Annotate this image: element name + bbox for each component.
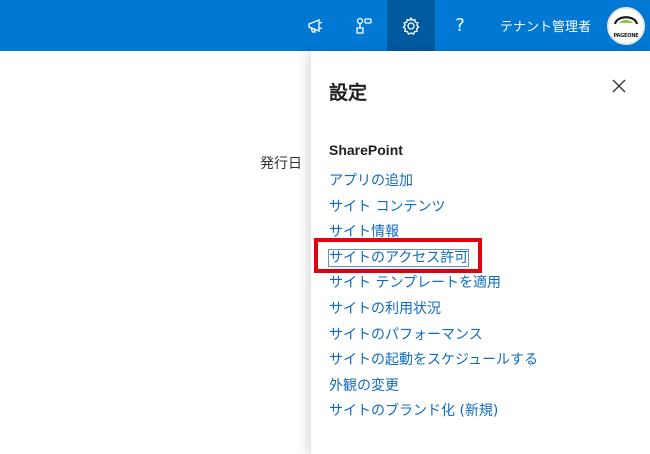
published-date-label: 発行日 (260, 156, 302, 172)
megaphone-icon (306, 16, 326, 36)
close-icon (612, 78, 626, 97)
highlight-annotation (314, 238, 482, 273)
gear-icon (401, 16, 421, 36)
menu-item-site-contents[interactable]: サイト コンテンツ (329, 195, 629, 221)
menu-item-apply-site-template[interactable]: サイト テンプレートを適用 (329, 271, 629, 297)
settings-button[interactable] (387, 0, 435, 51)
menu-item-site-branding[interactable]: サイトのブランド化 (新規) (329, 399, 629, 425)
menu-item-add-app[interactable]: アプリの追加 (329, 169, 629, 195)
panel-title: 設定 (329, 82, 368, 104)
menu-item-change-look[interactable]: 外観の変更 (329, 374, 629, 400)
app-launcher-button[interactable] (340, 0, 388, 51)
avatar[interactable]: PAGEONE (607, 7, 645, 45)
menu-item-site-performance[interactable]: サイトのパフォーマンス (329, 323, 629, 349)
suite-bar: ? テナント管理者 PAGEONE (0, 0, 650, 51)
megaphone-button[interactable] (292, 0, 340, 51)
section-title-sharepoint: SharePoint (329, 142, 403, 158)
help-button[interactable]: ? (436, 0, 484, 51)
app-launcher-icon (354, 16, 374, 36)
menu-item-site-usage[interactable]: サイトの利用状況 (329, 297, 629, 323)
user-name[interactable]: テナント管理者 (500, 0, 591, 51)
close-button[interactable] (605, 73, 633, 101)
settings-menu: アプリの追加 サイト コンテンツ サイト情報 サイトのアクセス許可 サイト テン… (327, 169, 629, 425)
help-icon: ? (455, 15, 465, 36)
avatar-text: PAGEONE (613, 33, 639, 39)
menu-item-schedule-site-launch[interactable]: サイトの起動をスケジュールする (329, 348, 629, 374)
